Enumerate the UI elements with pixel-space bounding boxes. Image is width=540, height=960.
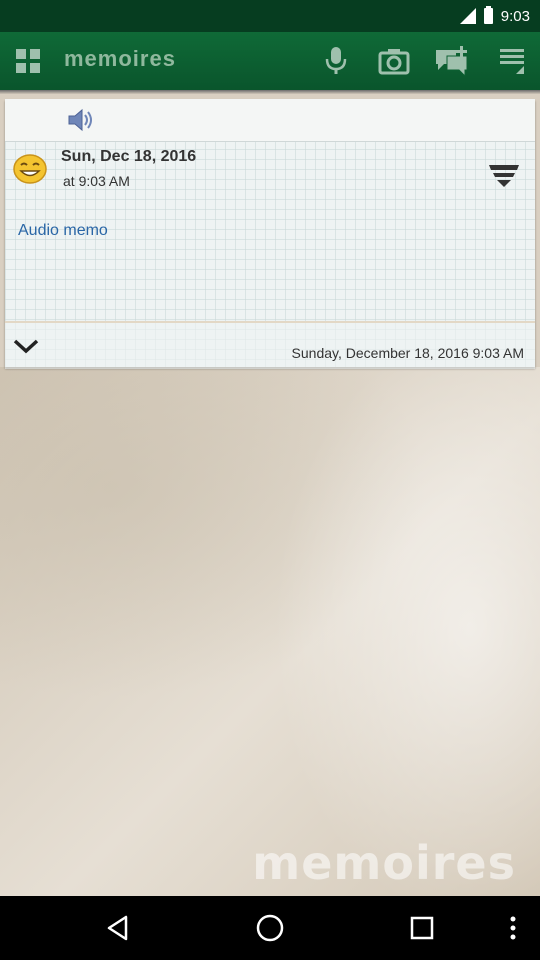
memo-category-icon[interactable]	[487, 161, 521, 189]
recents-icon[interactable]	[402, 908, 442, 948]
card-header	[5, 99, 535, 142]
status-time: 9:03	[500, 7, 530, 25]
back-icon[interactable]	[98, 908, 138, 948]
battery-icon	[483, 6, 493, 24]
camera-icon[interactable]	[376, 44, 412, 78]
entry-full-date: Sunday, December 18, 2016 9:03 AM	[291, 345, 524, 361]
grid-menu-icon[interactable]	[12, 45, 44, 77]
chevron-down-icon[interactable]	[13, 337, 39, 355]
watermark-logo: memoires	[252, 836, 516, 890]
add-comment-icon[interactable]	[434, 44, 470, 78]
background-art	[0, 367, 540, 896]
status-bar: 9:03	[0, 0, 540, 32]
entry-time: at 9:03 AM	[63, 173, 130, 189]
memo-card[interactable]: Sun, Dec 18, 2016 at 9:03 AM Audio memo …	[5, 99, 535, 369]
app-title: memoires	[64, 46, 176, 71]
system-nav-bar	[0, 896, 540, 960]
entry-date: Sun, Dec 18, 2016	[61, 148, 197, 165]
speaker-icon[interactable]	[67, 107, 97, 133]
memo-text[interactable]: Audio memo	[18, 222, 108, 240]
mood-smiley-icon[interactable]	[13, 154, 47, 184]
more-icon[interactable]	[493, 908, 533, 948]
microphone-icon[interactable]	[318, 44, 354, 78]
appbar-shadow	[0, 90, 540, 94]
overflow-menu-icon[interactable]	[494, 44, 530, 78]
app-bar: memoires	[0, 32, 540, 90]
home-icon[interactable]	[250, 908, 290, 948]
signal-icon	[459, 8, 476, 24]
